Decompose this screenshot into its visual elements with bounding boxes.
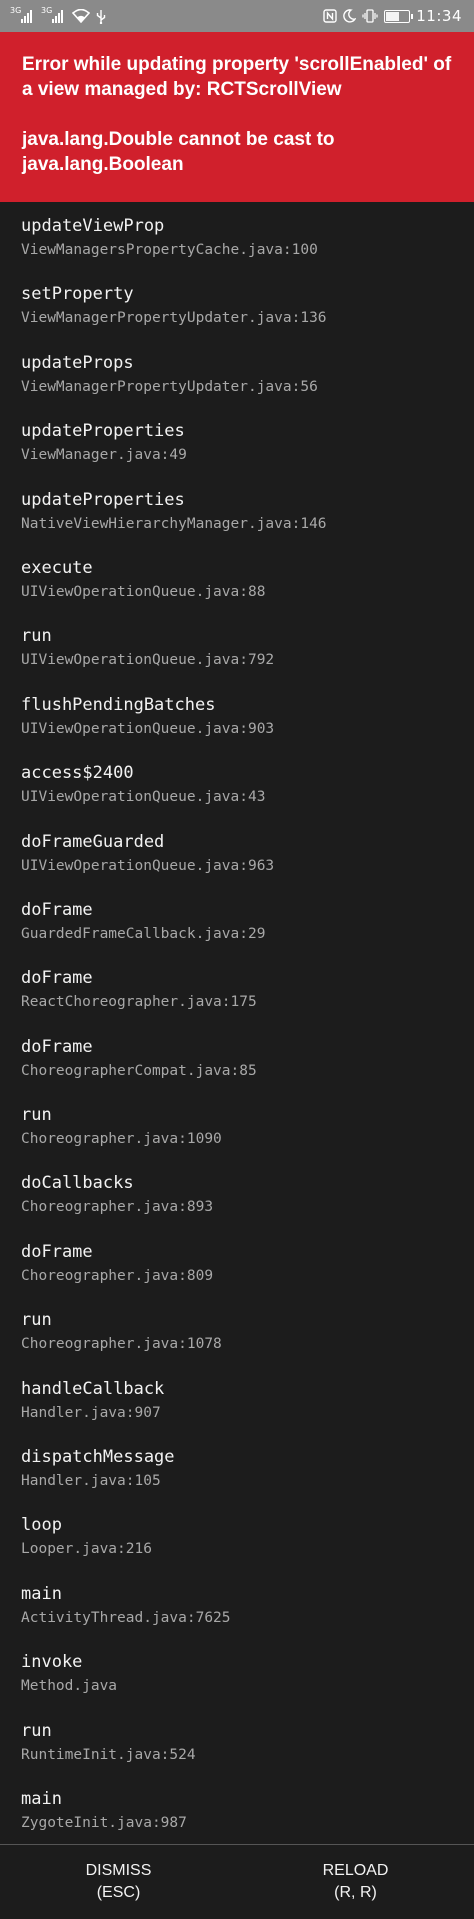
stack-frame-method: updateProps <box>21 352 134 373</box>
signal-icon: 3G <box>10 6 35 23</box>
stack-frame[interactable]: dispatchMessage Handler.java:105 <box>0 1445 474 1513</box>
stack-frame-method: main <box>21 1583 62 1604</box>
stack-frame[interactable]: run RuntimeInit.java:524 <box>0 1719 474 1787</box>
stack-frame[interactable]: handleCallback Handler.java:907 <box>0 1377 474 1445</box>
stack-frame-method: doFrame <box>21 899 93 920</box>
stack-frame-location: UIViewOperationQueue.java:43 <box>21 789 266 806</box>
stack-frame[interactable]: setProperty ViewManagerPropertyUpdater.ja… <box>0 282 474 350</box>
network-type-label: 3G <box>10 6 22 15</box>
stack-frame-location: ViewManagerPropertyUpdater.java:56 <box>21 378 318 395</box>
stack-frame-location: ViewManagerPropertyUpdater.java:136 <box>21 310 327 327</box>
stack-frame[interactable]: main ActivityThread.java:7625 <box>0 1582 474 1650</box>
stack-frame[interactable]: run Choreographer.java:1090 <box>0 1103 474 1171</box>
stack-frame-method: run <box>21 626 52 647</box>
stack-frame-method: main <box>21 1788 62 1809</box>
footer-bar: DISMISS (ESC) RELOAD (R, R) <box>0 1844 474 1919</box>
reload-button[interactable]: RELOAD (R, R) <box>237 1845 474 1919</box>
stack-frame-method: updateProperties <box>21 421 185 442</box>
dismiss-shortcut: (ESC) <box>96 1884 141 1901</box>
moon-icon <box>343 9 357 23</box>
stack-frame-location: Choreographer.java:893 <box>21 1199 214 1216</box>
stack-frame[interactable]: loop Looper.java:216 <box>0 1513 474 1581</box>
stack-frame-method: setProperty <box>21 284 134 305</box>
stack-frame-method: doFrame <box>21 1241 93 1262</box>
stack-frame-method: loop <box>21 1515 62 1536</box>
stack-frame-method: updateProperties <box>21 489 185 510</box>
dismiss-button[interactable]: DISMISS (ESC) <box>0 1845 237 1919</box>
stack-frame-location: UIViewOperationQueue.java:963 <box>21 857 275 874</box>
stack-frame-method: handleCallback <box>21 1378 165 1399</box>
reload-label: RELOAD <box>322 1862 389 1879</box>
wifi-icon <box>72 9 90 23</box>
stack-frame[interactable]: updateProps ViewManagerPropertyUpdater.ja… <box>0 351 474 419</box>
battery-icon <box>384 9 414 23</box>
error-title: Error while updating property 'scrollEna… <box>22 54 452 100</box>
stack-frame[interactable]: run Choreographer.java:1078 <box>0 1308 474 1376</box>
stack-frame-location: ActivityThread.java:7625 <box>21 1609 231 1626</box>
stack-frame-method: flushPendingBatches <box>21 694 216 715</box>
stack-frame[interactable]: doCallbacks Choreographer.java:893 <box>0 1171 474 1239</box>
stack-frame-location: GuardedFrameCallback.java:29 <box>21 925 266 942</box>
status-bar-left: 3G 3G <box>10 6 106 24</box>
stack-frame[interactable]: updateViewProp ViewManagersPropertyCache.… <box>0 214 474 282</box>
stack-frame-location: ViewManagersPropertyCache.java:100 <box>21 242 318 258</box>
stack-frame[interactable]: access$2400 UIViewOperationQueue.java:43 <box>0 761 474 829</box>
stack-frame[interactable]: flushPendingBatches UIViewOperationQueue.… <box>0 693 474 761</box>
stack-frame-location: ReactChoreographer.java:175 <box>21 994 257 1011</box>
stack-frame-method: run <box>21 1310 52 1331</box>
usb-icon <box>96 9 106 24</box>
stack-frame[interactable]: doFrameGuarded UIViewOperationQueue.java:… <box>0 830 474 898</box>
stack-frame-location: Choreographer.java:809 <box>21 1267 214 1284</box>
stack-frame-method: run <box>21 1105 52 1126</box>
status-bar: 3G 3G 11:34 <box>0 0 474 32</box>
nfc-icon <box>323 9 337 23</box>
stack-frame-location: ZygoteInit.java:987 <box>21 1814 187 1831</box>
dismiss-label: DISMISS <box>85 1862 152 1879</box>
status-bar-right: 11:34 <box>323 7 462 25</box>
stack-frame-method: doFrameGuarded <box>21 831 165 852</box>
stack-frame-location: UIViewOperationQueue.java:88 <box>21 583 266 600</box>
stack-frame-method: access$2400 <box>21 763 134 784</box>
reload-shortcut: (R, R) <box>334 1884 377 1901</box>
stack-frame-location: UIViewOperationQueue.java:792 <box>21 652 275 669</box>
error-header: Error while updating property 'scrollEna… <box>0 32 474 202</box>
stack-frame-location: ChoreographerCompat.java:85 <box>21 1062 257 1079</box>
stack-frame[interactable]: run UIViewOperationQueue.java:792 <box>0 624 474 692</box>
stack-trace-list[interactable]: updateViewProp ViewManagersPropertyCache.… <box>0 202 474 1844</box>
stack-frame-location: Looper.java:216 <box>21 1541 152 1558</box>
stack-frame-location: Handler.java:907 <box>21 1404 161 1421</box>
clock: 11:34 <box>416 7 462 25</box>
stack-frame[interactable]: invoke Method.java <box>0 1650 474 1718</box>
stack-frame-method: doFrame <box>21 1036 93 1057</box>
stack-frame-location: Handler.java:105 <box>21 1473 161 1490</box>
stack-frame-method: dispatchMessage <box>21 1447 175 1468</box>
stack-frame[interactable]: execute UIViewOperationQueue.java:88 <box>0 556 474 624</box>
stack-frame-method: invoke <box>21 1652 83 1673</box>
stack-frame[interactable]: main ZygoteInit.java:987 <box>0 1787 474 1844</box>
stack-frame-method: execute <box>21 557 93 578</box>
stack-frame[interactable]: doFrame Choreographer.java:809 <box>0 1240 474 1308</box>
stack-frame-location: Method.java <box>21 1678 118 1695</box>
stack-frame[interactable]: doFrame ReactChoreographer.java:175 <box>0 966 474 1034</box>
error-message: java.lang.Double cannot be cast to java.… <box>22 129 335 175</box>
stack-frame-method: doFrame <box>21 968 93 989</box>
stack-frame-location: RuntimeInit.java:524 <box>21 1746 196 1763</box>
stack-frame-location: Choreographer.java:1078 <box>21 1336 222 1353</box>
stack-frame-method: run <box>21 1720 52 1741</box>
vibrate-icon <box>362 9 378 23</box>
stack-frame[interactable]: doFrame ChoreographerCompat.java:85 <box>0 1035 474 1103</box>
stack-frame-method: updateViewProp <box>21 216 165 236</box>
network-type-label: 3G <box>41 6 53 15</box>
stack-frame-location: NativeViewHierarchyManager.java:146 <box>21 515 327 532</box>
stack-frame[interactable]: doFrame GuardedFrameCallback.java:29 <box>0 898 474 966</box>
stack-frame[interactable]: updateProperties ViewManager.java:49 <box>0 419 474 487</box>
stack-frame[interactable]: updateProperties NativeViewHierarchyManag… <box>0 488 474 556</box>
stack-frame-method: doCallbacks <box>21 1173 134 1194</box>
stack-frame-location: ViewManager.java:49 <box>21 447 187 464</box>
stack-frame-location: UIViewOperationQueue.java:903 <box>21 720 275 737</box>
stack-frame-location: Choreographer.java:1090 <box>21 1131 222 1148</box>
signal-icon: 3G <box>41 6 66 23</box>
